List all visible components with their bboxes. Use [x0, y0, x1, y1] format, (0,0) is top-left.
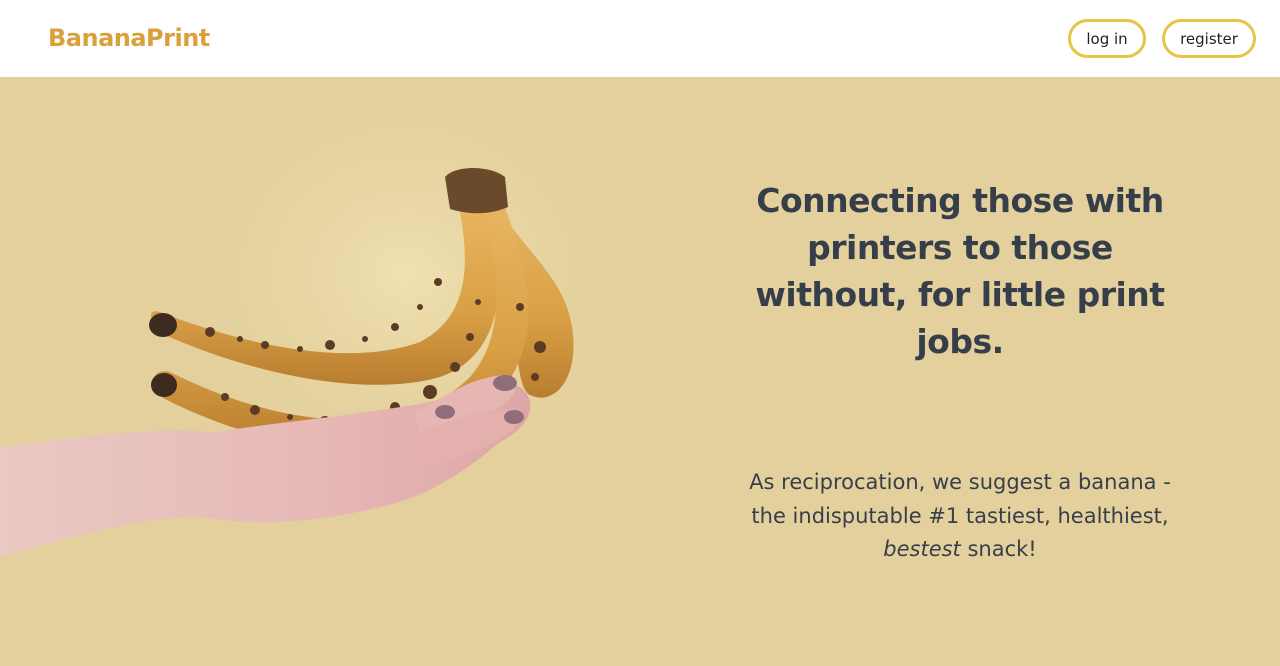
brand-logo[interactable]: BananaPrint [48, 24, 210, 52]
tagline-emphasis: bestest [883, 537, 961, 561]
hand-holding-bananas-image [0, 77, 640, 557]
register-button[interactable]: register [1162, 19, 1256, 58]
hero-section: Connecting those with printers to those … [0, 77, 1280, 666]
navbar: BananaPrint log in register [0, 0, 1280, 77]
tagline-prefix: As reciprocation, we suggest a banana - … [749, 470, 1171, 528]
hero-tagline: As reciprocation, we suggest a banana - … [740, 466, 1180, 567]
hero-headline: Connecting those with printers to those … [755, 181, 1165, 361]
login-button[interactable]: log in [1068, 19, 1146, 58]
tagline-suffix: snack! [967, 537, 1037, 561]
